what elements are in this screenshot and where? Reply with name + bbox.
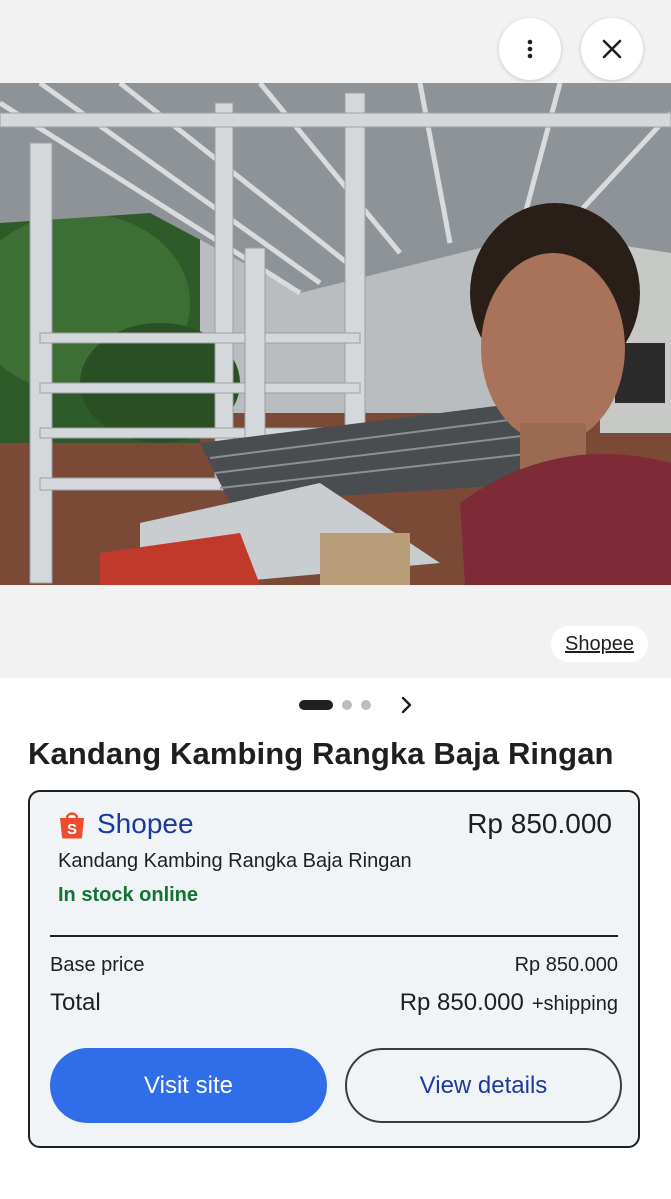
svg-text:S: S — [67, 821, 77, 838]
stock-status: In stock online — [58, 884, 199, 906]
view-details-button[interactable]: View details — [345, 1048, 622, 1123]
pager-dot-1[interactable] — [299, 700, 333, 710]
visit-site-button[interactable]: Visit site — [50, 1048, 327, 1123]
shipping-note: +shipping — [531, 993, 618, 1015]
image-pager — [299, 695, 380, 715]
source-link-chip[interactable]: Shopee — [551, 626, 648, 662]
close-button[interactable] — [581, 18, 643, 80]
chevron-right-icon — [401, 696, 412, 714]
pager-next-button[interactable] — [393, 692, 419, 718]
offer-price: Rp 850.000 — [467, 808, 612, 839]
base-price-label: Base price — [50, 954, 145, 976]
offer-card: S Shopee Rp 850.000 Kandang Kambing Rang… — [28, 790, 640, 1148]
product-title: Kandang Kambing Rangka Baja Ringan — [28, 736, 614, 771]
pager-dot-3[interactable] — [361, 700, 371, 710]
pager-dot-2[interactable] — [342, 700, 352, 710]
product-photo-graphic — [0, 83, 671, 585]
shopee-bag-icon: S — [60, 812, 84, 839]
more-options-button[interactable] — [499, 18, 561, 80]
more-vert-icon — [527, 39, 533, 59]
image-viewer: Shopee — [0, 0, 671, 678]
total-value: Rp 850.000 — [399, 989, 524, 1016]
total-label: Total — [50, 989, 101, 1016]
product-image[interactable] — [0, 83, 671, 585]
close-icon — [602, 39, 622, 59]
merchant-name[interactable]: Shopee — [97, 808, 194, 840]
divider — [50, 935, 618, 937]
merchant-row[interactable]: S Shopee — [58, 808, 194, 840]
total-row: Rp 850.000 +shipping — [400, 989, 618, 1017]
base-price-value: Rp 850.000 — [514, 954, 618, 976]
offer-product-name: Kandang Kambing Rangka Baja Ringan — [58, 850, 412, 872]
